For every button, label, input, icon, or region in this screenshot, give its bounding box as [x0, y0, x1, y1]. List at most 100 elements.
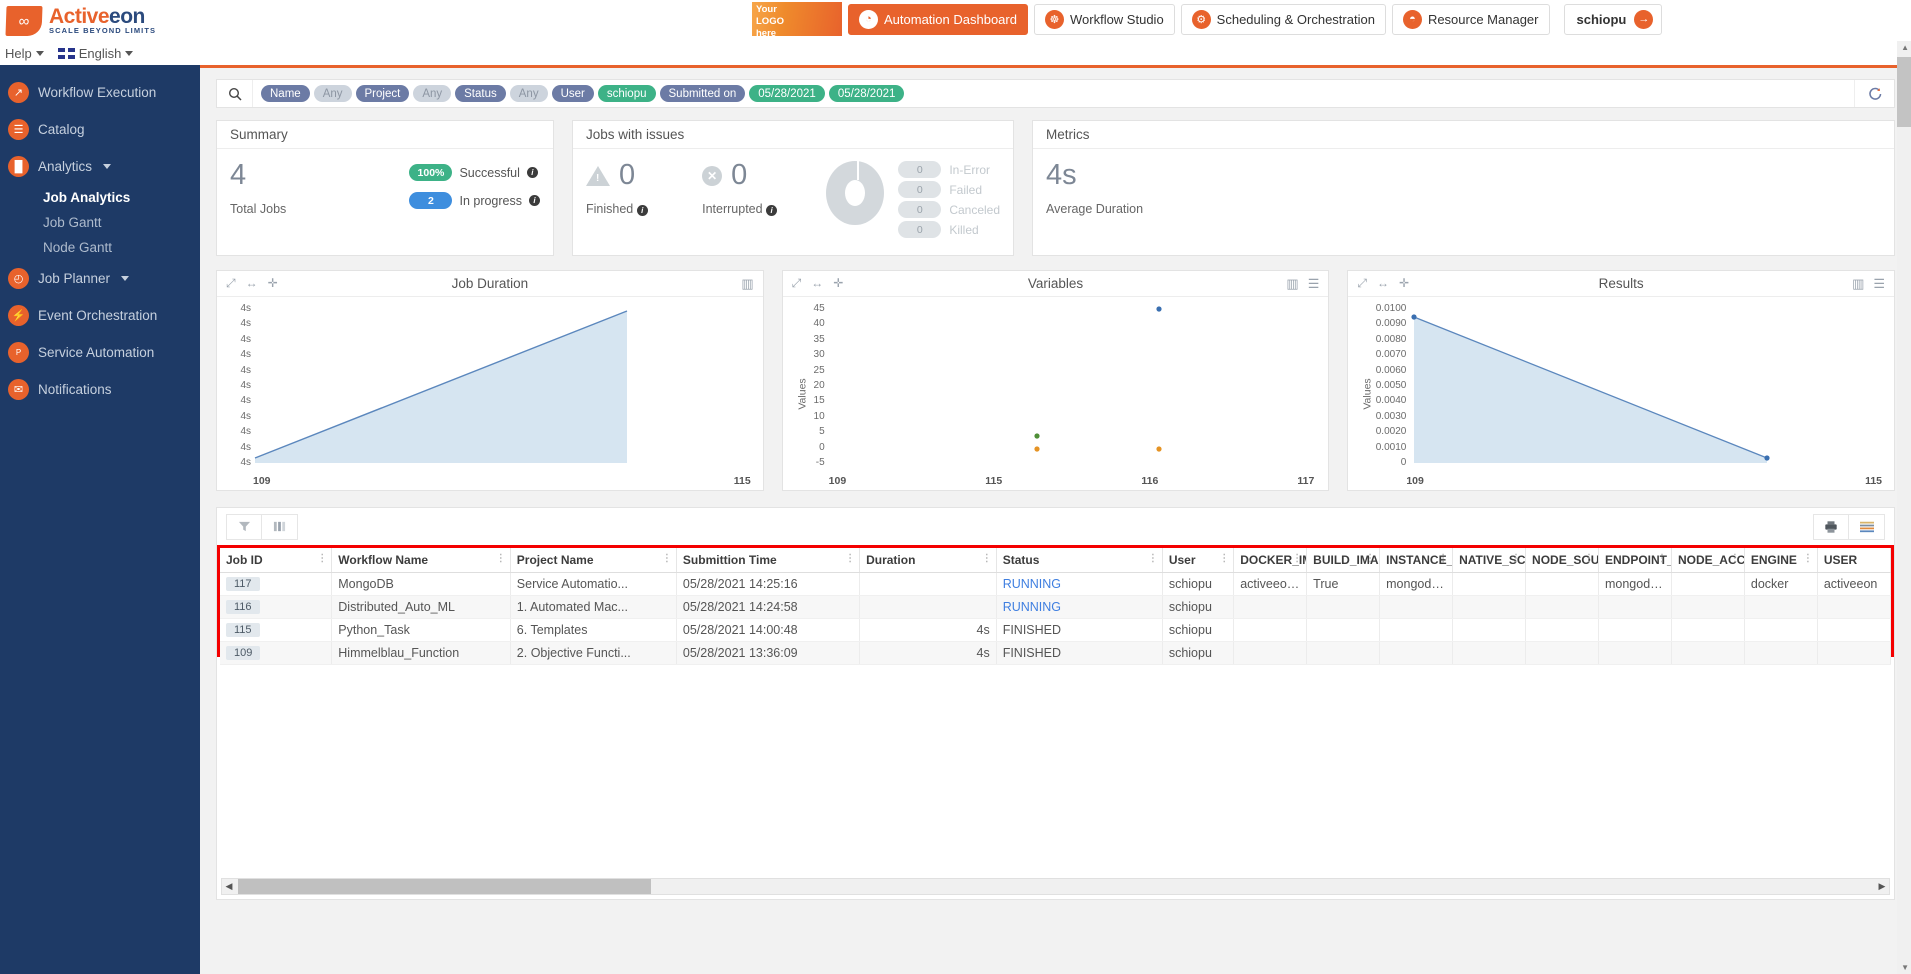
- chip-project-value[interactable]: Any: [413, 85, 452, 102]
- chip-project[interactable]: Project: [355, 85, 410, 102]
- sidebar-item-job-gantt[interactable]: Job Gantt: [0, 210, 200, 235]
- list-icon[interactable]: ☰: [1873, 276, 1885, 292]
- column-header-workflow-name[interactable]: Workflow Name ⋮: [331, 548, 511, 573]
- column-header-duration[interactable]: Duration ⋮: [859, 548, 997, 573]
- column-menu-icon[interactable]: ⋮: [496, 553, 506, 564]
- filter-icon[interactable]: [226, 513, 262, 540]
- chip-submitted-on[interactable]: Submitted on: [659, 85, 746, 102]
- column-header-status[interactable]: Status ⋮: [996, 548, 1163, 573]
- sidebar-item-service-automation[interactable]: P Service Automation: [0, 334, 200, 371]
- table-row[interactable]: 117 MongoDB Service Automatio... 05/28/2021…: [220, 572, 1892, 596]
- column-header-job-id[interactable]: Job ID ⋮: [220, 548, 333, 573]
- chip-date-to[interactable]: 05/28/2021: [828, 85, 905, 102]
- brand-logo[interactable]: ∞ Activeeon SCALE BEYOND LIMITS: [0, 5, 200, 36]
- expand-icon[interactable]: ⤢: [1357, 276, 1367, 291]
- scroll-left-arrow[interactable]: ◀: [222, 881, 236, 892]
- bar-chart-icon[interactable]: ▥: [1286, 276, 1298, 292]
- sidebar-item-analytics[interactable]: █ Analytics: [0, 148, 200, 185]
- resize-horizontal-icon[interactable]: ↔: [246, 276, 258, 291]
- column-header-user[interactable]: User ⋮: [1162, 548, 1235, 573]
- column-header-user[interactable]: USER: [1817, 548, 1892, 573]
- chip-name[interactable]: Name: [261, 85, 310, 102]
- column-header-build-ima[interactable]: BUILD_IMA.. ⋮: [1306, 548, 1381, 573]
- scroll-track[interactable]: [236, 879, 1875, 894]
- search-icon[interactable]: [217, 80, 253, 107]
- column-header-docker-im[interactable]: DOCKER_IM..⋮: [1233, 548, 1308, 573]
- column-menu-icon[interactable]: ⋮: [1730, 553, 1740, 564]
- column-header-node-sou[interactable]: NODE_SOU..⋮: [1525, 548, 1599, 573]
- list-icon[interactable]: ☰: [1308, 276, 1320, 292]
- column-header-engine[interactable]: ENGINE ⋮: [1744, 548, 1818, 573]
- sidebar-item-node-gantt[interactable]: Node Gantt: [0, 235, 200, 260]
- bar-chart-icon[interactable]: ▥: [741, 276, 753, 292]
- scroll-up-arrow[interactable]: ▲: [1901, 43, 1909, 52]
- sidebar-item-job-analytics[interactable]: Job Analytics: [0, 185, 200, 210]
- move-icon[interactable]: ✛: [268, 276, 278, 291]
- column-menu-icon[interactable]: ⋮: [845, 553, 855, 564]
- sidebar-item-workflow-execution[interactable]: ↗ Workflow Execution: [0, 74, 200, 111]
- column-header-instance[interactable]: INSTANCE_.. ⋮: [1379, 548, 1454, 573]
- sidebar-item-job-planner[interactable]: ◴ Job Planner: [0, 260, 200, 297]
- nav-workflow-studio[interactable]: ☸ Workflow Studio: [1033, 3, 1175, 35]
- column-menu-icon[interactable]: ⋮: [317, 553, 327, 564]
- expand-icon[interactable]: ⤢: [226, 276, 236, 291]
- scroll-thumb[interactable]: [238, 879, 651, 894]
- print-icon[interactable]: [1813, 513, 1849, 540]
- nav-automation-dashboard[interactable]: ◔ Automation Dashboard: [848, 3, 1028, 35]
- column-header-native-sch[interactable]: NATIVE_SCH..⋮: [1452, 548, 1527, 573]
- chip-user-value[interactable]: schiopu: [597, 85, 656, 102]
- sidebar-item-notifications[interactable]: ✉ Notifications: [0, 371, 200, 408]
- language-menu[interactable]: English: [57, 46, 134, 61]
- column-menu-icon[interactable]: ⋮: [1657, 553, 1667, 564]
- refresh-icon[interactable]: [1854, 80, 1894, 107]
- expand-icon[interactable]: ⤢: [792, 276, 802, 291]
- column-menu-icon[interactable]: ⋮: [982, 553, 992, 564]
- move-icon[interactable]: ✛: [833, 276, 843, 291]
- info-icon[interactable]: i: [529, 195, 540, 206]
- chip-user[interactable]: User: [551, 85, 594, 102]
- chip-date-from[interactable]: 05/28/2021: [749, 85, 825, 102]
- table-row[interactable]: 109 Himmelblau_Function 2. Objective Funct…: [220, 641, 1892, 665]
- column-menu-icon[interactable]: ⋮: [1511, 553, 1521, 564]
- column-menu-icon[interactable]: ⋮: [1292, 553, 1302, 564]
- y-tick-label: 0.0070: [1375, 349, 1407, 361]
- sidebar-item-catalog[interactable]: ☰ Catalog: [0, 111, 200, 148]
- table-row[interactable]: 116 Distributed_Auto_ML 1. Automated Mac..…: [220, 595, 1892, 619]
- scroll-right-arrow[interactable]: ▶: [1875, 881, 1889, 892]
- column-header-submittion-time[interactable]: Submittion Time ⋮: [676, 548, 861, 573]
- sidebar-item-event-orchestration[interactable]: ⚡ Event Orchestration: [0, 297, 200, 334]
- help-menu[interactable]: Help: [5, 46, 44, 61]
- column-menu-icon[interactable]: ⋮: [1584, 553, 1594, 564]
- column-header-node-acce[interactable]: NODE_ACCE..⋮: [1671, 548, 1745, 573]
- resize-horizontal-icon[interactable]: ↔: [811, 276, 823, 291]
- table-row[interactable]: 115 Python_Task 6. Templates 05/28/2021 14:…: [220, 618, 1892, 642]
- user-menu-button[interactable]: schiopu →: [1563, 3, 1663, 35]
- column-menu-icon[interactable]: ⋮: [1219, 553, 1229, 564]
- column-chooser-icon[interactable]: [262, 513, 298, 540]
- column-header-endpoint[interactable]: ENDPOINT_..⋮: [1598, 548, 1672, 573]
- chip-name-value[interactable]: Any: [313, 85, 352, 102]
- nav-resource-manager[interactable]: ◓ Resource Manager: [1391, 3, 1550, 35]
- page-scroll-thumb[interactable]: [1897, 57, 1911, 127]
- move-icon[interactable]: ✛: [1399, 276, 1409, 291]
- resize-horizontal-icon[interactable]: ↔: [1377, 276, 1389, 291]
- column-menu-icon[interactable]: ⋮: [662, 553, 672, 564]
- chip-status[interactable]: Status: [455, 85, 506, 102]
- scroll-down-arrow[interactable]: ▼: [1901, 963, 1909, 972]
- column-menu-icon[interactable]: ⋮: [1438, 553, 1448, 564]
- column-menu-icon[interactable]: ⋮: [1803, 553, 1813, 564]
- bar-chart-icon[interactable]: ▥: [1852, 276, 1864, 292]
- column-menu-icon[interactable]: ⋮: [1365, 553, 1375, 564]
- info-icon[interactable]: i: [636, 205, 648, 216]
- horizontal-scrollbar[interactable]: ◀ ▶: [221, 878, 1890, 895]
- page-vertical-scrollbar[interactable]: ▲ ▼: [1897, 41, 1911, 974]
- nav-scheduling-orchestration[interactable]: ⚙ Scheduling & Orchestration: [1180, 3, 1386, 35]
- chip-status-value[interactable]: Any: [509, 85, 548, 102]
- info-icon[interactable]: i: [526, 167, 538, 178]
- logout-icon[interactable]: →: [1634, 9, 1654, 29]
- list-menu-icon[interactable]: [1849, 513, 1885, 540]
- y-tick-label: 0: [819, 441, 825, 453]
- column-menu-icon[interactable]: ⋮: [1148, 553, 1158, 564]
- info-icon[interactable]: i: [766, 205, 778, 216]
- column-header-project-name[interactable]: Project Name ⋮: [510, 548, 677, 573]
